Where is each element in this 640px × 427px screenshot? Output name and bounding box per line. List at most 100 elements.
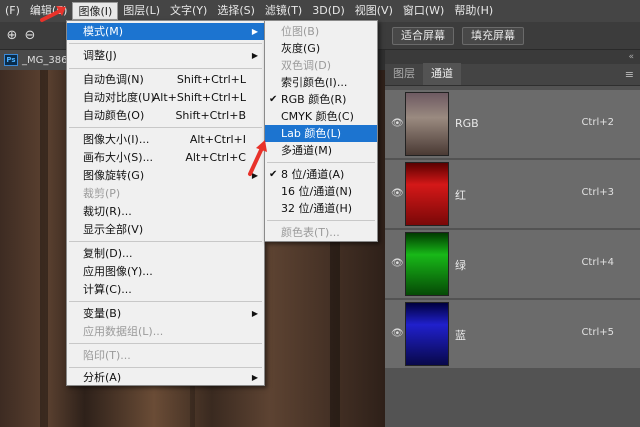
menu-select[interactable]: 选择(S): [212, 2, 260, 20]
menu-item-label: 位图(B): [281, 25, 320, 38]
menu-layer[interactable]: 图层(L): [118, 2, 165, 20]
menu-item-mode[interactable]: 模式(M) ▶: [67, 23, 264, 40]
menu-item-label: 8 位/通道(A): [281, 168, 345, 181]
submenu-arrow-icon: ▶: [251, 27, 258, 36]
menu-item-label: CMYK 颜色(C): [281, 110, 354, 123]
channel-name: RGB: [455, 117, 479, 130]
menu-item-label: 双色调(D): [281, 59, 332, 72]
menu-image[interactable]: 图像(I): [72, 2, 119, 20]
menu-item-8-bits[interactable]: ✔ 8 位/通道(A): [265, 166, 377, 183]
channel-row-rgb[interactable]: 👁 RGB Ctrl+2: [385, 90, 640, 158]
fit-screen-button[interactable]: 适合屏幕: [392, 27, 454, 45]
channel-thumbnail: [405, 302, 449, 366]
menu-item-rgb-color[interactable]: ✔ RGB 颜色(R): [265, 91, 377, 108]
channel-thumbnail: [405, 162, 449, 226]
menu-item-label: 自动对比度(U): [83, 91, 155, 104]
menu-item-label: 模式(M): [83, 25, 124, 38]
zoom-out-icon[interactable]: ⊖: [22, 28, 38, 44]
menu-item-label: 应用图像(Y)...: [83, 265, 153, 278]
menu-item-label: 灰度(G): [281, 42, 321, 55]
menu-item-32-bits[interactable]: 32 位/通道(H): [265, 200, 377, 217]
channel-name: 红: [455, 189, 466, 202]
menu-filter[interactable]: 滤镜(T): [260, 2, 307, 20]
menu-item-analysis[interactable]: 分析(A) ▶: [67, 369, 264, 386]
eye-icon[interactable]: 👁: [391, 328, 404, 339]
menu-item-reveal-all[interactable]: 显示全部(V): [67, 221, 264, 238]
menu-item-image-size[interactable]: 图像大小(I)... Alt+Ctrl+I: [67, 131, 264, 148]
document-tab[interactable]: Ps _MG_386: [0, 50, 68, 70]
menu-item-bitmap: 位图(B): [265, 23, 377, 40]
menu-item-indexed-color[interactable]: 索引颜色(I)...: [265, 74, 377, 91]
document-tab-label: _MG_386: [22, 54, 68, 66]
menu-item-16-bits[interactable]: 16 位/通道(N): [265, 183, 377, 200]
menu-item-lab-color[interactable]: Lab 颜色(L): [265, 125, 377, 142]
channel-row-red[interactable]: 👁 红 Ctrl+3: [385, 160, 640, 228]
tab-layers[interactable]: 图层: [385, 63, 423, 85]
menu-item-calculations[interactable]: 计算(C)...: [67, 281, 264, 298]
menu-item-cmyk-color[interactable]: CMYK 颜色(C): [265, 108, 377, 125]
submenu-arrow-icon: ▶: [251, 51, 258, 60]
menu-item-crop: 裁剪(P): [67, 185, 264, 202]
menu-item-image-rotation[interactable]: 图像旋转(G) ▶: [67, 167, 264, 184]
menu-item-grayscale[interactable]: 灰度(G): [265, 40, 377, 57]
menu-item-label: 16 位/通道(N): [281, 185, 353, 198]
eye-icon[interactable]: 👁: [391, 188, 404, 199]
menu-file[interactable]: (F): [0, 2, 25, 20]
menu-item-trim[interactable]: 裁切(R)...: [67, 203, 264, 220]
menu-item-label: 变量(B): [83, 307, 122, 320]
menu-item-apply-data-set: 应用数据组(L)...: [67, 323, 264, 340]
menu-bar: (F) 编辑(E) 图像(I) 图层(L) 文字(Y) 选择(S) 滤镜(T) …: [0, 0, 640, 22]
menu-view[interactable]: 视图(V): [350, 2, 398, 20]
menu-item-apply-image[interactable]: 应用图像(Y)...: [67, 263, 264, 280]
channel-shortcut: Ctrl+4: [581, 257, 614, 268]
menu-help[interactable]: 帮助(H): [449, 2, 498, 20]
channel-name: 绿: [455, 259, 466, 272]
menu-3d[interactable]: 3D(D): [307, 2, 350, 20]
panel-collapse-bar[interactable]: «: [385, 50, 640, 64]
menu-item-color-table: 颜色表(T)...: [265, 224, 377, 241]
menu-item-label: 裁切(R)...: [83, 205, 132, 218]
menu-item-multichannel[interactable]: 多通道(M): [265, 142, 377, 159]
photoshop-icon: Ps: [4, 54, 18, 66]
menu-item-shortcut: Alt+Ctrl+C: [185, 151, 246, 164]
zoom-in-icon[interactable]: ⊕: [4, 28, 20, 44]
menu-item-label: 图像大小(I)...: [83, 133, 150, 146]
menu-item-label: RGB 颜色(R): [281, 93, 347, 106]
menu-item-duplicate[interactable]: 复制(D)...: [67, 245, 264, 262]
menu-item-label: 调整(J): [83, 49, 117, 62]
menu-item-shortcut: Shift+Ctrl+L: [176, 73, 246, 86]
submenu-arrow-icon: ▶: [251, 309, 258, 318]
menu-item-canvas-size[interactable]: 画布大小(S)... Alt+Ctrl+C: [67, 149, 264, 166]
channel-shortcut: Ctrl+2: [581, 117, 614, 128]
eye-icon[interactable]: 👁: [391, 118, 404, 129]
channel-name: 蓝: [455, 329, 466, 342]
panel-menu-icon[interactable]: ≡: [625, 68, 634, 81]
channel-row-green[interactable]: 👁 绿 Ctrl+4: [385, 230, 640, 298]
eye-icon[interactable]: 👁: [391, 258, 404, 269]
menu-window[interactable]: 窗口(W): [398, 2, 449, 20]
menu-item-adjust[interactable]: 调整(J) ▶: [67, 47, 264, 64]
menu-item-label: 颜色表(T)...: [281, 226, 340, 239]
fill-screen-button[interactable]: 填充屏幕: [462, 27, 524, 45]
check-icon: ✔: [269, 94, 278, 105]
tab-channels[interactable]: 通道: [423, 63, 461, 85]
mode-submenu: 位图(B) 灰度(G) 双色调(D) 索引颜色(I)... ✔ RGB 颜色(R…: [264, 20, 378, 242]
menu-item-label: 自动颜色(O): [83, 109, 145, 122]
channel-shortcut: Ctrl+3: [581, 187, 614, 198]
menu-item-label: 索引颜色(I)...: [281, 76, 348, 89]
menu-item-label: 画布大小(S)...: [83, 151, 154, 164]
menu-item-label: 自动色调(N): [83, 73, 144, 86]
menu-item-auto-color[interactable]: 自动颜色(O) Shift+Ctrl+B: [67, 107, 264, 124]
check-icon: ✔: [269, 169, 278, 180]
menu-item-auto-tone[interactable]: 自动色调(N) Shift+Ctrl+L: [67, 71, 264, 88]
menu-item-auto-contrast[interactable]: 自动对比度(U) Alt+Shift+Ctrl+L: [67, 89, 264, 106]
channel-row-blue[interactable]: 👁 蓝 Ctrl+5: [385, 300, 640, 368]
menu-item-label: 显示全部(V): [83, 223, 144, 236]
red-arrow-icon: [248, 140, 267, 176]
channel-thumbnail: [405, 232, 449, 296]
channels-panel: « 图层 通道 ≡ 👁 RGB Ctrl+2 👁 红 Ctrl+3 👁 绿 Ct…: [385, 50, 640, 427]
menu-item-label: 陷印(T)...: [83, 349, 131, 362]
image-menu: 模式(M) ▶ 调整(J) ▶ 自动色调(N) Shift+Ctrl+L 自动对…: [66, 20, 265, 386]
menu-item-variables[interactable]: 变量(B) ▶: [67, 305, 264, 322]
menu-type[interactable]: 文字(Y): [165, 2, 212, 20]
